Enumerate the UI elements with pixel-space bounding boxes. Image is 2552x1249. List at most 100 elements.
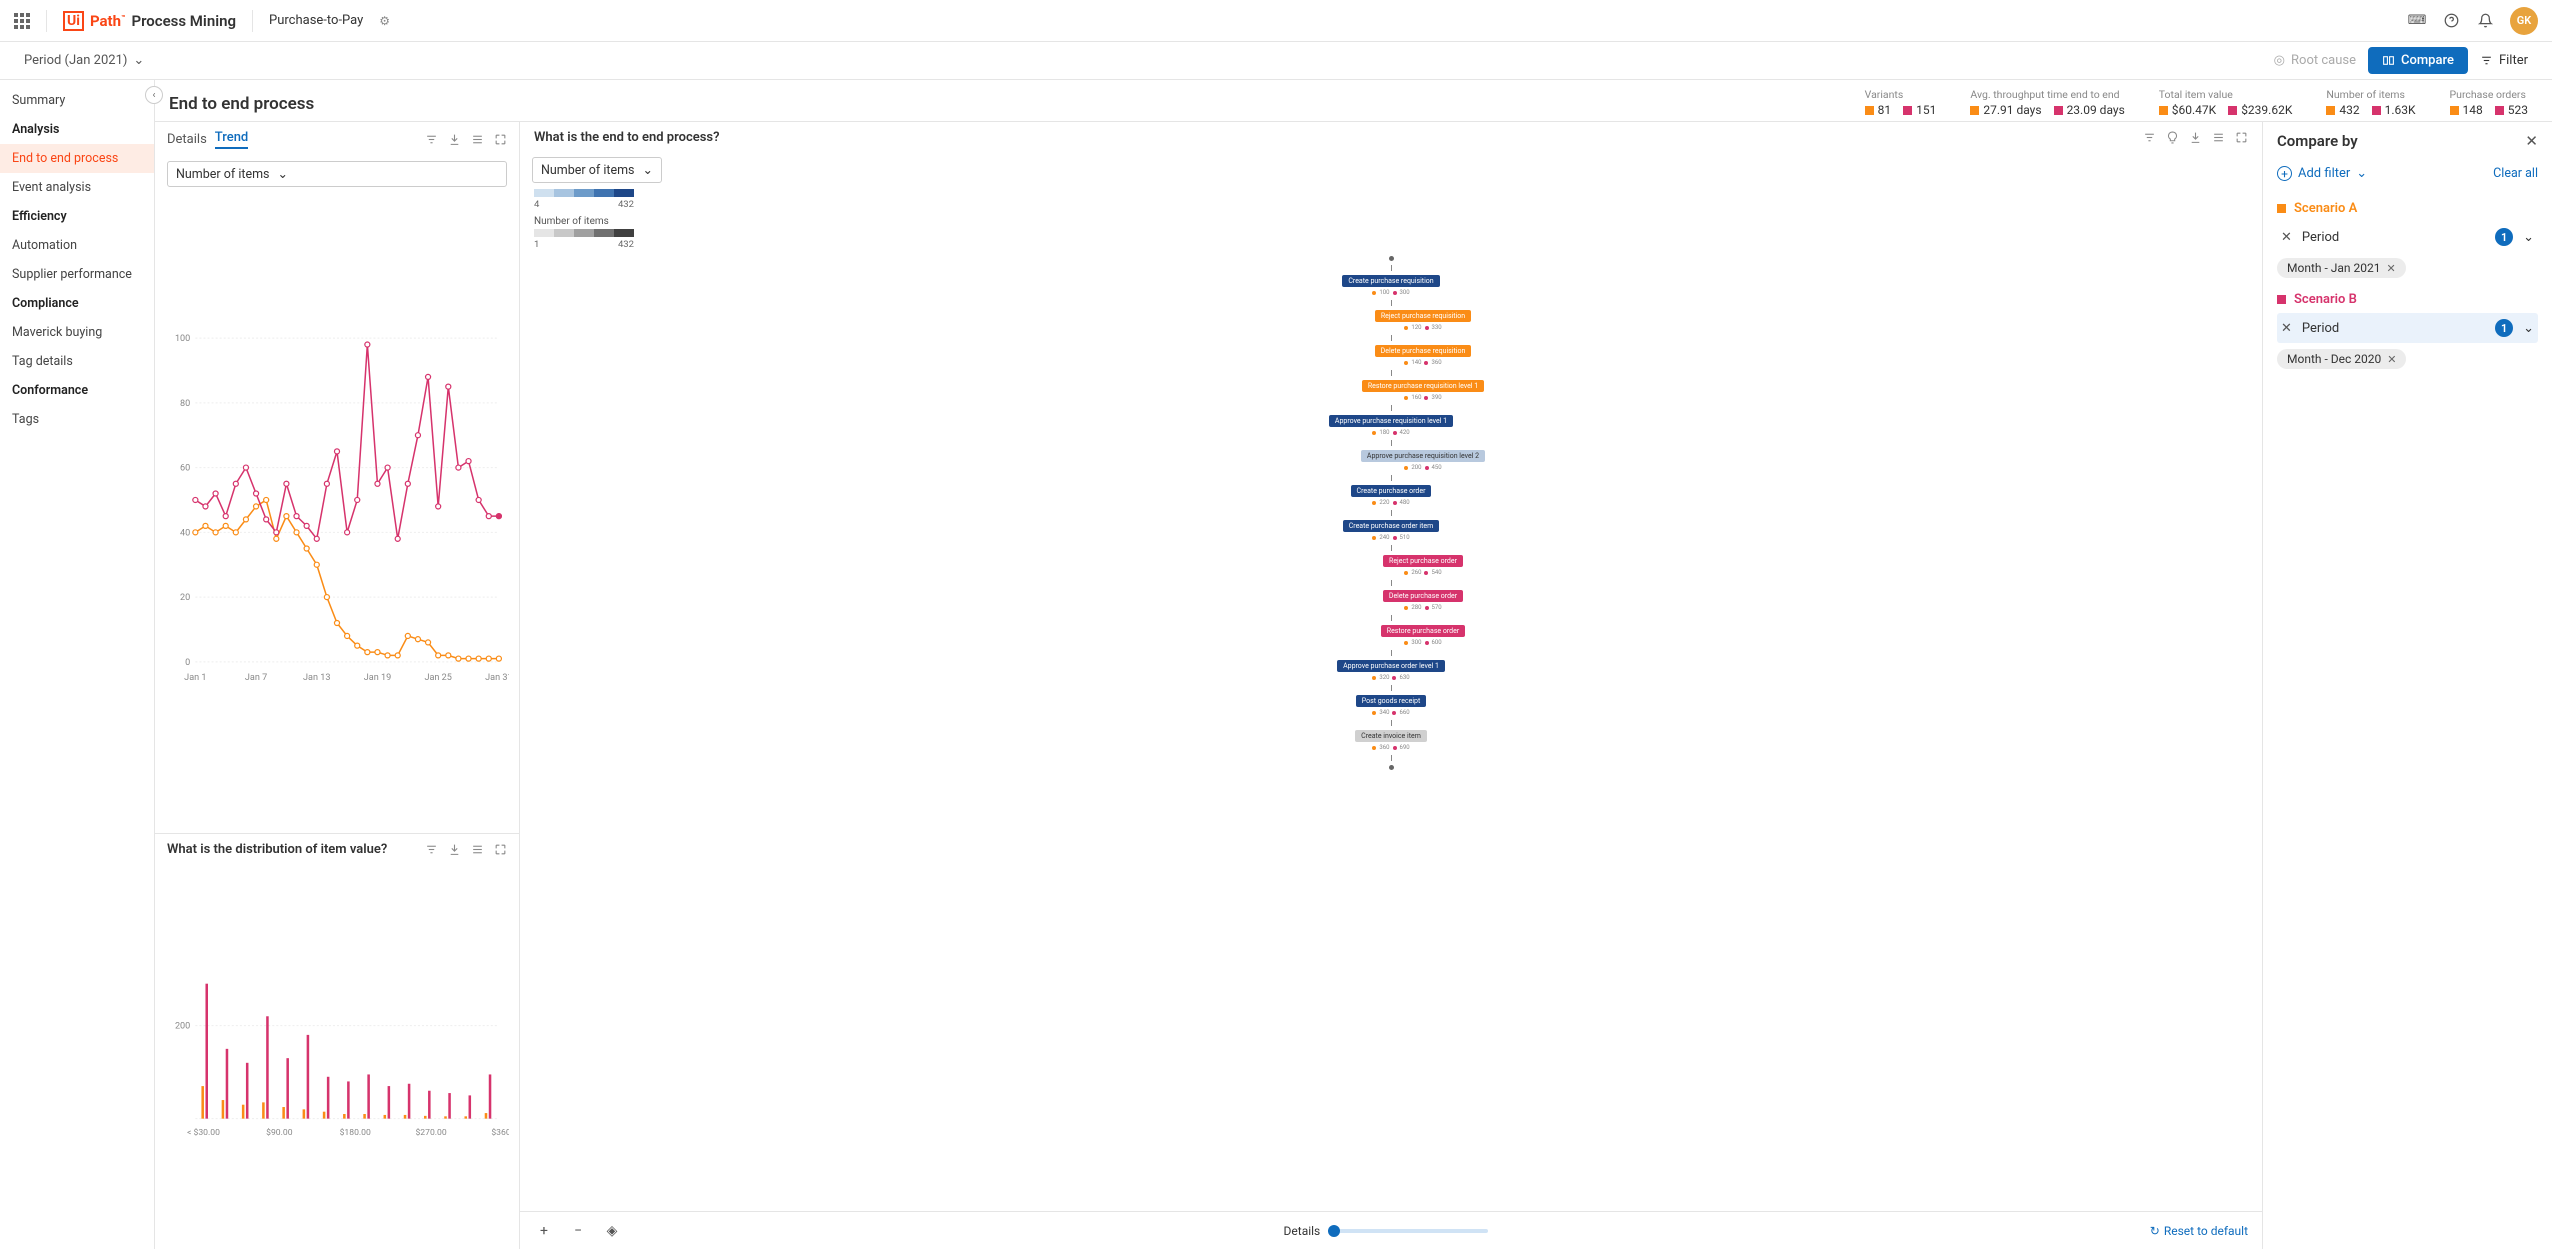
process-node[interactable]: Post goods receipt (1356, 695, 1427, 707)
kpi-number-of-items: Number of items4321.63K (2326, 88, 2415, 117)
filter-chip-a[interactable]: Month - Jan 2021 ✕ (2277, 258, 2406, 278)
tab-trend[interactable]: Trend (215, 130, 248, 149)
process-node[interactable]: Approve purchase order level 1 (1337, 660, 1445, 672)
process-node[interactable]: Create purchase order item (1343, 520, 1440, 532)
details-slider[interactable] (1328, 1229, 1488, 1233)
process-graph[interactable]: Create purchase requisition100300Reject … (520, 250, 2262, 1211)
locate-button[interactable]: ◈ (602, 1221, 622, 1241)
process-name[interactable]: Purchase-to-Pay (269, 13, 363, 28)
expand-icon[interactable] (494, 843, 507, 856)
list-icon[interactable] (471, 843, 484, 856)
help-icon[interactable] (2442, 12, 2460, 30)
bulb-icon[interactable] (2166, 131, 2179, 144)
expand-icon[interactable] (2235, 131, 2248, 144)
subbar: Period (Jan 2021) ⌄ ◎ Root cause Compare… (0, 42, 2552, 80)
process-node[interactable]: Delete purchase requisition (1375, 345, 1472, 357)
remove-filter-icon[interactable]: ✕ (2281, 321, 2292, 336)
process-metric-dropdown[interactable]: Number of items ⌄ (532, 157, 662, 183)
download-icon[interactable] (448, 843, 461, 856)
filter-icon[interactable] (425, 133, 438, 146)
zoom-in-button[interactable]: + (534, 1221, 554, 1241)
chevron-down-icon[interactable]: ⌄ (2523, 321, 2534, 336)
chip-remove-icon[interactable]: ✕ (2386, 262, 2395, 275)
sidebar-item-summary[interactable]: Summary (0, 86, 154, 115)
filter-icon[interactable] (2143, 131, 2156, 144)
reset-icon: ↻ (2150, 1224, 2160, 1238)
sidebar-item-conformance[interactable]: Conformance (0, 376, 154, 405)
reset-button[interactable]: ↻ Reset to default (2150, 1224, 2248, 1238)
svg-text:$90.00: $90.00 (266, 1127, 293, 1138)
scenario-a-filter[interactable]: ✕ Period 1 ⌄ (2277, 222, 2538, 252)
compare-button[interactable]: Compare (2368, 47, 2468, 74)
chevron-down-icon[interactable]: ⌄ (2523, 230, 2534, 245)
list-icon[interactable] (471, 133, 484, 146)
root-cause-button[interactable]: ◎ Root cause (2274, 53, 2356, 68)
add-filter-button[interactable]: + Add filter ⌄ (2277, 166, 2367, 181)
download-icon[interactable] (2189, 131, 2202, 144)
apps-icon[interactable] (14, 13, 30, 29)
process-node[interactable]: Delete purchase order (1383, 590, 1463, 602)
sidebar-item-automation[interactable]: Automation (0, 231, 154, 260)
kpi-variants: Variants81151 (1865, 88, 1937, 117)
compare-label: Compare (2401, 53, 2454, 68)
trend-metric-dropdown[interactable]: Number of items ⌄ (167, 161, 507, 187)
sidebar-item-efficiency[interactable]: Efficiency (0, 202, 154, 231)
clear-all-button[interactable]: Clear all (2493, 166, 2538, 181)
legend-color: 4432 (520, 189, 674, 210)
expand-icon[interactable] (494, 133, 507, 146)
legend-items: Number of items 1432 (520, 216, 674, 250)
sidebar-item-tag-details[interactable]: Tag details (0, 347, 154, 376)
divider (46, 10, 47, 32)
sidebar-item-event-analysis[interactable]: Event analysis (0, 173, 154, 202)
svg-text:Jan 25: Jan 25 (424, 673, 451, 683)
process-node[interactable]: Create purchase requisition (1342, 275, 1439, 287)
list-icon[interactable] (2212, 131, 2225, 144)
period-label: Period (Jan 2021) (24, 53, 127, 68)
root-cause-label: Root cause (2291, 53, 2356, 68)
filter-count-badge: 1 (2495, 228, 2513, 246)
bell-icon[interactable] (2476, 12, 2494, 30)
distribution-title: What is the distribution of item value? (167, 842, 387, 857)
scenario-b-filter[interactable]: ✕ Period 1 ⌄ (2277, 313, 2538, 343)
svg-text:$270.00: $270.00 (415, 1127, 446, 1138)
zoom-out-button[interactable]: − (568, 1221, 588, 1241)
filter-chip-b[interactable]: Month - Dec 2020 ✕ (2277, 349, 2406, 369)
process-panel: What is the end to end process? Number o… (520, 122, 2262, 1249)
sidebar-item-compliance[interactable]: Compliance (0, 289, 154, 318)
sidebar-item-analysis[interactable]: Analysis (0, 115, 154, 144)
add-filter-label: Add filter (2298, 166, 2350, 181)
tab-details[interactable]: Details (167, 132, 207, 147)
avatar[interactable]: GK (2510, 7, 2538, 35)
filter-button[interactable]: Filter (2480, 53, 2528, 68)
chevron-down-icon: ⌄ (2356, 166, 2367, 181)
download-icon[interactable] (448, 133, 461, 146)
chevron-down-icon: ⌄ (643, 162, 653, 178)
process-node[interactable]: Reject purchase requisition (1375, 310, 1471, 322)
close-icon[interactable]: ✕ (2525, 132, 2538, 150)
process-node[interactable]: Create invoice item (1355, 730, 1427, 742)
sidebar-item-tags[interactable]: Tags (0, 405, 154, 434)
trend-chart: 020406080100Jan 1Jan 7Jan 13Jan 19Jan 25… (155, 191, 519, 833)
chip-remove-icon[interactable]: ✕ (2387, 353, 2396, 366)
remove-filter-icon[interactable]: ✕ (2281, 230, 2292, 245)
sidebar-item-maverick-buying[interactable]: Maverick buying (0, 318, 154, 347)
svg-text:200: 200 (175, 1022, 190, 1032)
sidebar-collapse-button[interactable]: ‹ (145, 86, 163, 104)
kpi-purchase-orders: Purchase orders148523 (2450, 88, 2528, 117)
reset-label: Reset to default (2164, 1224, 2248, 1238)
process-title: What is the end to end process? (534, 130, 720, 145)
keyboard-icon[interactable]: ⌨ (2408, 12, 2426, 30)
logo: UiPath™ Process Mining (63, 11, 236, 31)
process-node[interactable]: Create purchase order (1351, 485, 1432, 497)
period-selector[interactable]: Period (Jan 2021) ⌄ (24, 53, 144, 68)
sidebar-item-end-to-end-process[interactable]: End to end process (0, 144, 154, 173)
filter-icon[interactable] (425, 843, 438, 856)
page-header: End to end process Variants81151Avg. thr… (155, 80, 2552, 122)
gear-icon[interactable]: ⚙ (379, 14, 390, 28)
process-node[interactable]: Reject purchase order (1383, 555, 1463, 567)
process-node[interactable]: Restore purchase requisition level 1 (1362, 380, 1484, 392)
process-node[interactable]: Restore purchase order (1381, 625, 1465, 637)
sidebar-item-supplier-performance[interactable]: Supplier performance (0, 260, 154, 289)
process-node[interactable]: Approve purchase requisition level 1 (1329, 415, 1453, 427)
process-node[interactable]: Approve purchase requisition level 2 (1361, 450, 1485, 462)
